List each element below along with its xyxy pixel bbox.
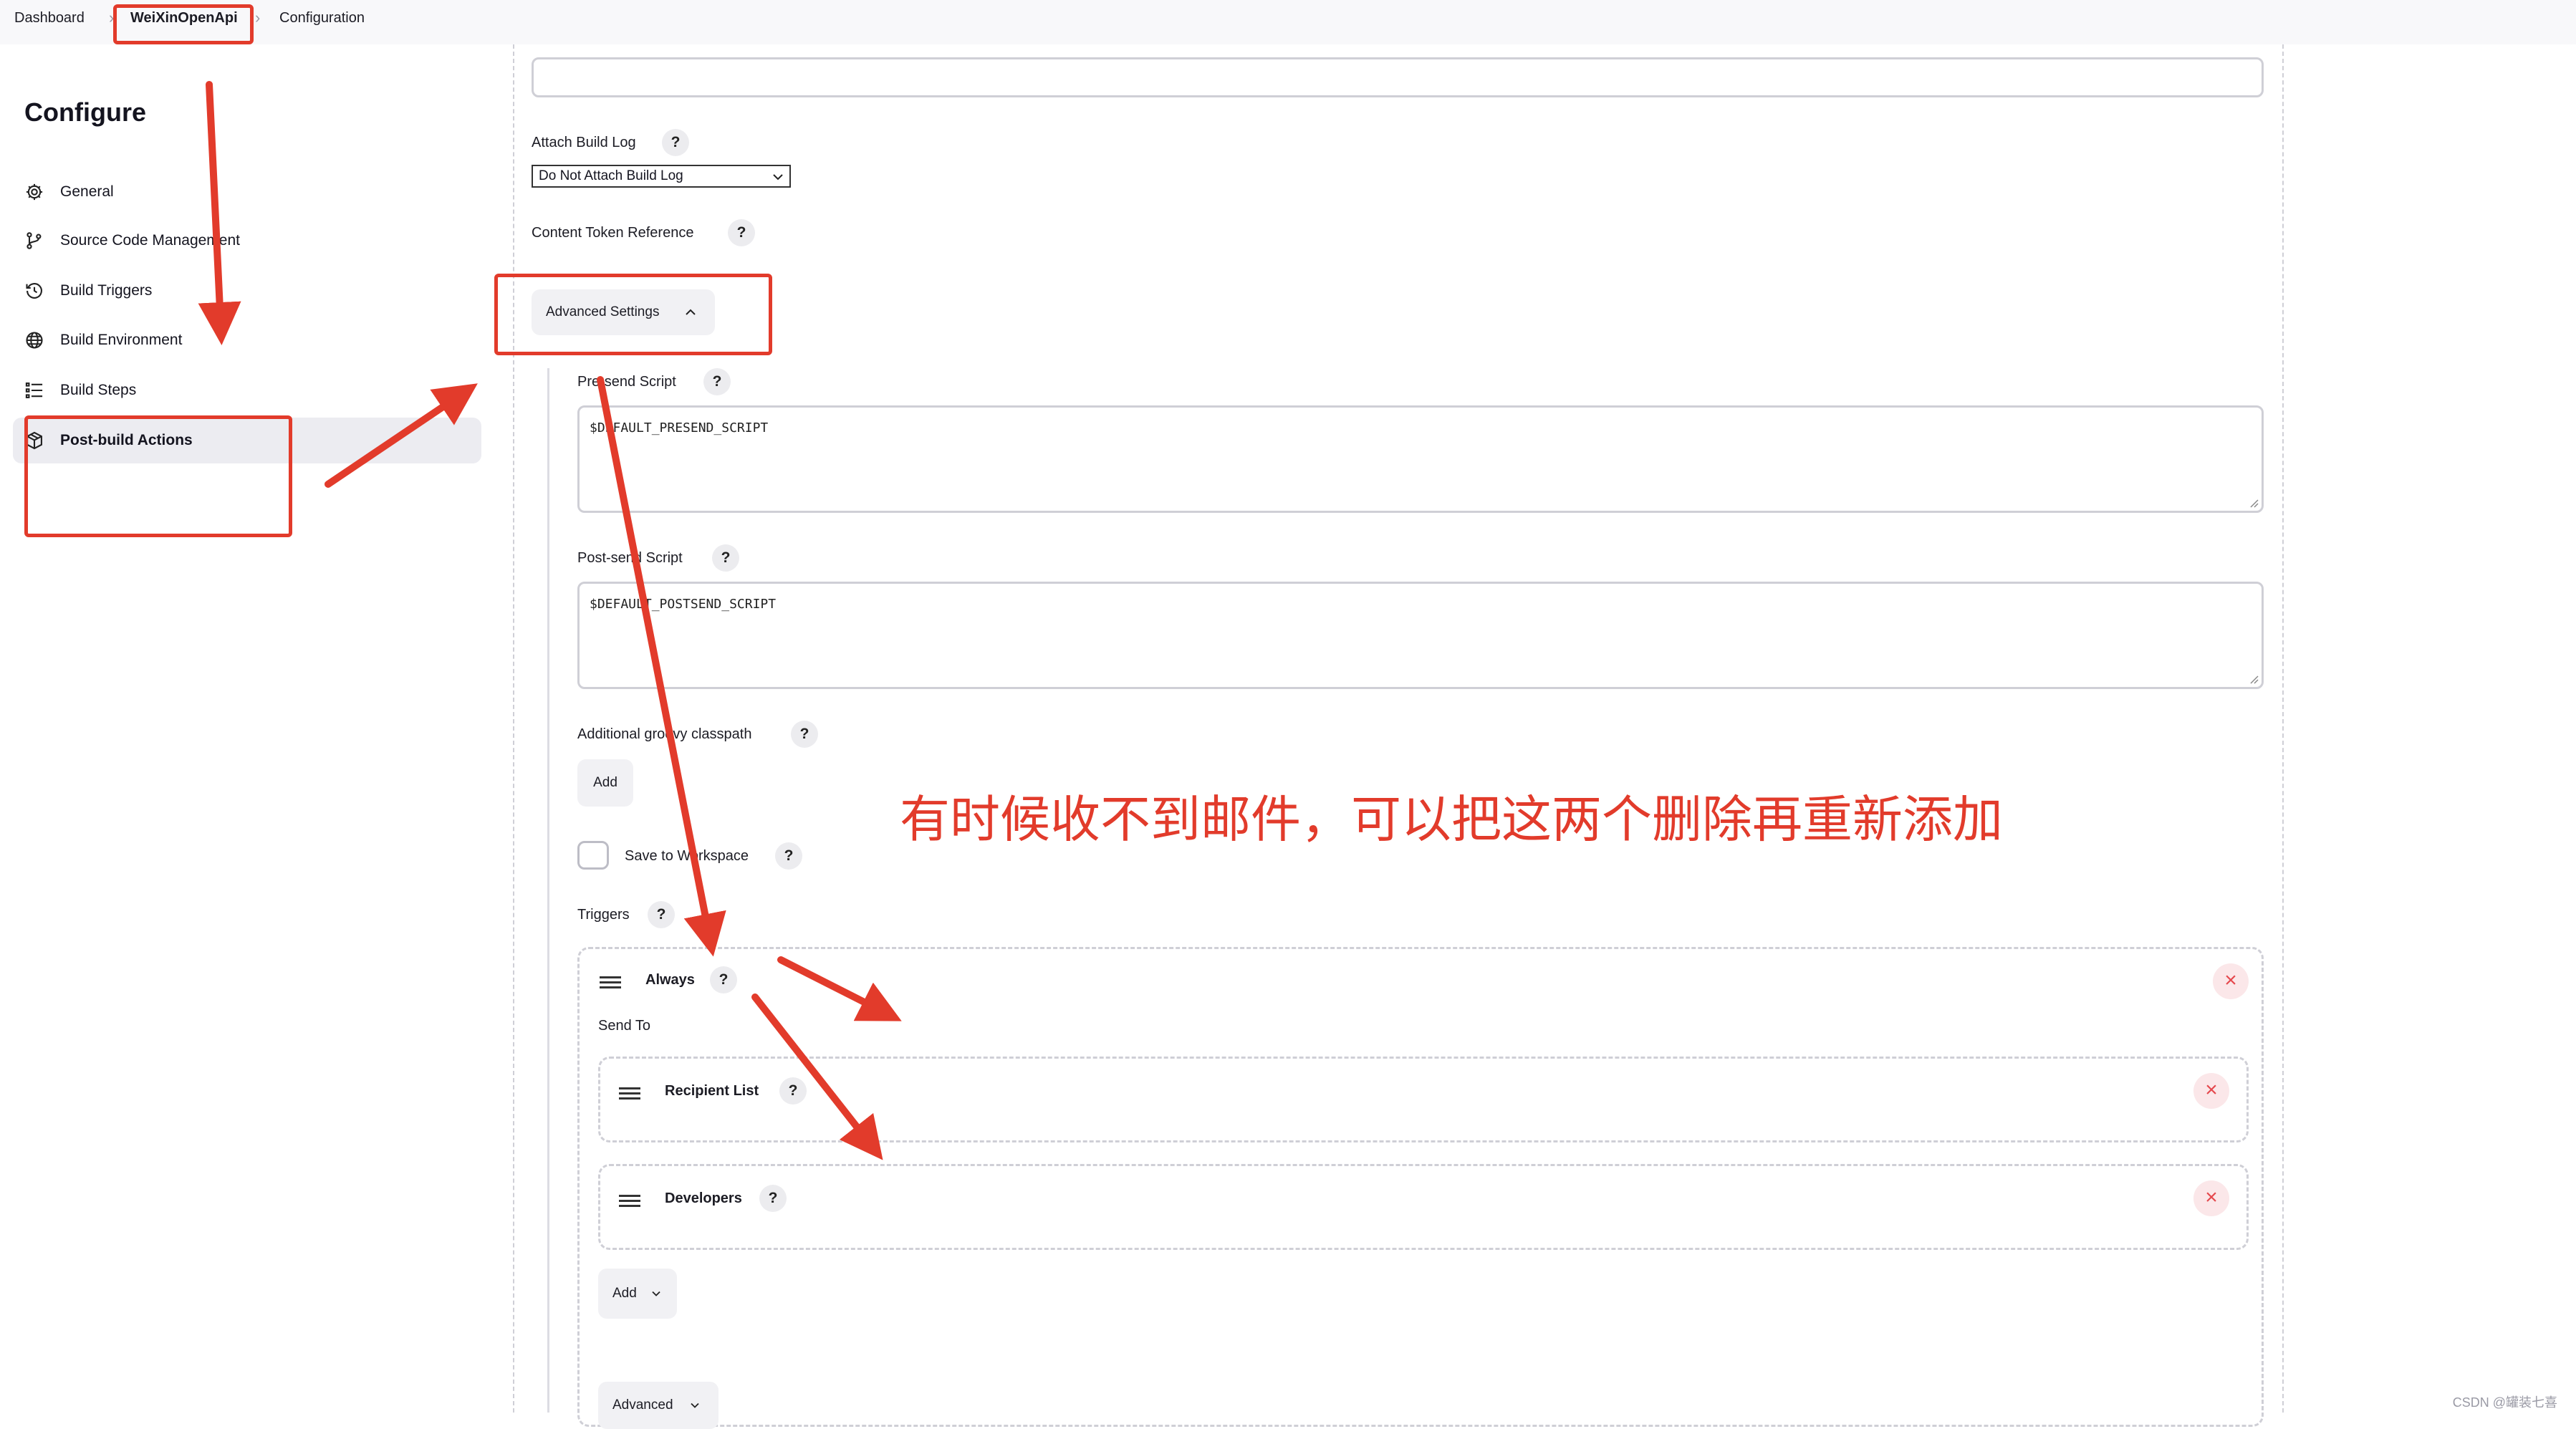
sidebar-item-source-code-management[interactable]: Source Code Management	[13, 218, 481, 264]
section-border-left	[513, 44, 514, 1413]
save-to-workspace-label: Save to Workspace	[625, 848, 749, 864]
drag-handle-icon[interactable]	[619, 1087, 640, 1100]
advanced-label: Advanced	[612, 1397, 673, 1413]
sidebar-item-label: Source Code Management	[60, 232, 240, 249]
remove-recipient-close-icon[interactable]: ×	[2193, 1073, 2229, 1109]
presend-script-textarea[interactable]: $DEFAULT_PRESEND_SCRIPT	[577, 405, 2264, 513]
triggers-label: Triggers	[577, 907, 630, 923]
remove-developers-close-icon[interactable]: ×	[2193, 1180, 2229, 1216]
sidebar-item-build-environment[interactable]: Build Environment	[13, 317, 481, 363]
advanced-section-indent	[547, 368, 549, 1413]
advanced-button[interactable]: Advanced	[598, 1382, 719, 1429]
highlight-box-advanced	[494, 274, 772, 355]
postsend-script-value: $DEFAULT_POSTSEND_SCRIPT	[590, 597, 777, 612]
highlight-box-post-build	[24, 415, 292, 537]
help-icon[interactable]: ?	[728, 219, 755, 246]
send-to-label: Send To	[598, 1018, 651, 1034]
sidebar-item-label: Build Triggers	[60, 282, 153, 299]
add-recipient-button[interactable]: Add	[598, 1269, 677, 1319]
developers-card: Developers ? ×	[598, 1164, 2249, 1250]
trigger-always-card: Always ? × Send To Recipient List ? × De…	[577, 947, 2264, 1429]
branch-icon	[27, 232, 42, 249]
globe-icon	[26, 332, 43, 349]
sidebar-item-label: Build Environment	[60, 332, 183, 348]
help-icon[interactable]: ?	[712, 544, 739, 572]
presend-script-label: Pre-send Script	[577, 374, 676, 390]
sidebar-item-label: Build Steps	[60, 382, 137, 398]
help-icon[interactable]: ?	[759, 1185, 787, 1212]
clock-icon	[26, 283, 42, 299]
add-recipient-label: Add	[612, 1286, 637, 1301]
sidebar-item-build-triggers[interactable]: Build Triggers	[13, 268, 481, 314]
help-icon[interactable]: ?	[791, 721, 818, 748]
help-icon[interactable]: ?	[703, 368, 731, 395]
presend-script-value: $DEFAULT_PRESEND_SCRIPT	[590, 420, 769, 436]
resize-handle-icon[interactable]	[2249, 674, 2259, 684]
chevron-down-icon	[773, 174, 783, 181]
breadcrumb-configuration[interactable]: Configuration	[279, 10, 365, 27]
chevron-down-icon	[652, 1291, 660, 1296]
chevron-down-icon	[691, 1402, 699, 1408]
sidebar-item-build-steps[interactable]: Build Steps	[13, 367, 481, 413]
annotation-note: 有时候收不到邮件，可以把这两个删除再重新添加	[900, 790, 2003, 849]
select-value: Do Not Attach Build Log	[539, 168, 683, 183]
remove-trigger-close-icon[interactable]: ×	[2213, 963, 2249, 999]
highlight-box-job	[113, 4, 254, 44]
page-title: Configure	[24, 97, 146, 127]
attach-build-log-select[interactable]: Do Not Attach Build Log	[532, 165, 791, 188]
section-border-right	[2282, 44, 2284, 1413]
list-icon	[25, 382, 43, 398]
recipient-name: Recipient List	[665, 1083, 759, 1099]
attach-build-log-label: Attach Build Log	[532, 135, 636, 150]
drag-handle-icon[interactable]	[600, 976, 621, 989]
groovy-classpath-label: Additional groovy classpath	[577, 726, 752, 742]
help-icon[interactable]: ?	[710, 966, 737, 993]
drag-handle-icon[interactable]	[619, 1195, 640, 1208]
help-icon[interactable]: ?	[648, 901, 675, 928]
add-classpath-button[interactable]: Add	[577, 759, 633, 807]
watermark: CSDN @罐装七喜	[2452, 1395, 2557, 1410]
save-to-workspace-checkbox[interactable]	[577, 841, 609, 870]
breadcrumb: Dashboard › WeiXinOpenApi › Configuratio…	[0, 0, 2576, 44]
recipient-list-card: Recipient List ? ×	[598, 1057, 2249, 1142]
content-token-reference-label: Content Token Reference	[532, 225, 694, 241]
trigger-name: Always	[645, 972, 695, 988]
text-input[interactable]	[532, 57, 2264, 97]
sidebar-item-label: General	[60, 183, 114, 200]
breadcrumb-dashboard[interactable]: Dashboard	[14, 10, 85, 27]
gear-icon	[26, 183, 43, 201]
breadcrumb-separator: ›	[255, 9, 261, 27]
sidebar-item-general[interactable]: General	[13, 169, 481, 215]
help-icon[interactable]: ?	[775, 842, 802, 870]
postsend-script-label: Post-send Script	[577, 550, 683, 566]
help-icon[interactable]: ?	[779, 1077, 807, 1105]
postsend-script-textarea[interactable]: $DEFAULT_POSTSEND_SCRIPT	[577, 582, 2264, 689]
recipient-name: Developers	[665, 1190, 742, 1206]
help-icon[interactable]: ?	[662, 129, 689, 156]
resize-handle-icon[interactable]	[2249, 498, 2259, 508]
